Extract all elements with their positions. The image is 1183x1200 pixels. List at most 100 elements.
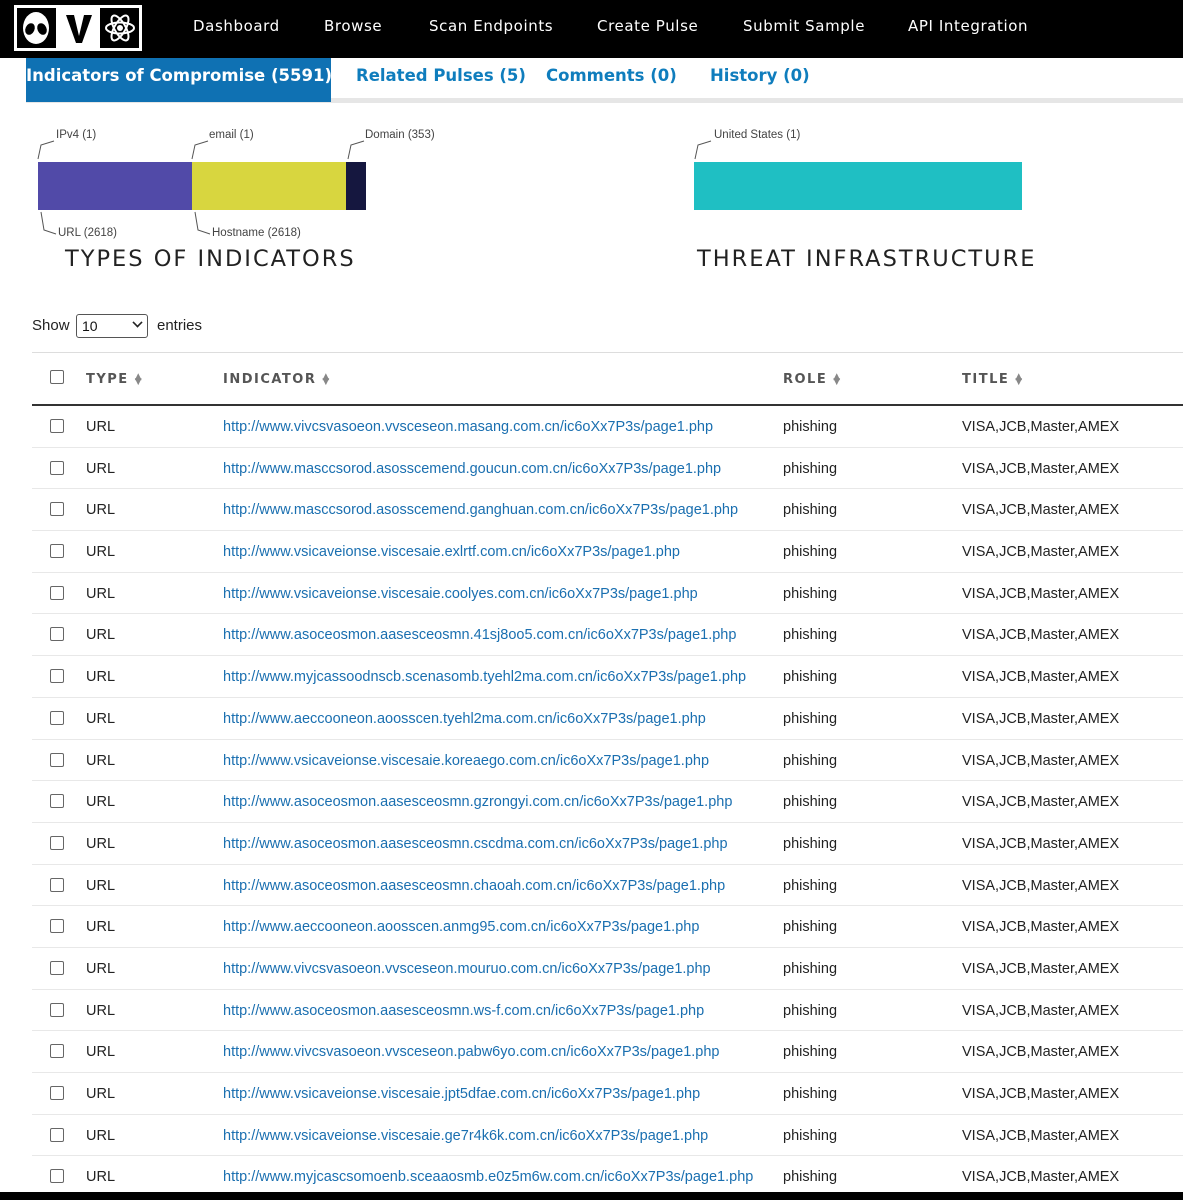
tab-comments[interactable]: Comments (0) bbox=[546, 58, 677, 102]
cell-indicator-link[interactable]: http://www.vsicaveionse.viscesaie.koreae… bbox=[223, 753, 709, 769]
column-role[interactable]: ROLE ▲ ▼ bbox=[783, 372, 842, 387]
row-checkbox[interactable] bbox=[50, 752, 64, 767]
cell-type: URL bbox=[86, 877, 116, 894]
cell-type: URL bbox=[86, 502, 116, 519]
row-checkbox[interactable] bbox=[50, 919, 64, 934]
cell-indicator-link[interactable]: http://www.myjcassoodnscb.scenasomb.tyeh… bbox=[223, 669, 746, 685]
bar-domain[interactable] bbox=[346, 162, 366, 210]
cell-role: phishing bbox=[783, 1044, 838, 1061]
cell-role: phishing bbox=[783, 1002, 838, 1019]
row-checkbox[interactable] bbox=[50, 1044, 64, 1059]
cell-type: URL bbox=[86, 794, 116, 811]
cell-role: phishing bbox=[783, 627, 838, 644]
sort-icon: ▲ ▼ bbox=[322, 371, 331, 387]
cell-type: URL bbox=[86, 1127, 116, 1144]
cell-indicator-link[interactable]: http://www.asoceosmon.aasesceosmn.chaoah… bbox=[223, 878, 725, 894]
cell-type: URL bbox=[86, 460, 116, 477]
cell-indicator-link[interactable]: http://www.asoceosmon.aasesceosmn.41sj8o… bbox=[223, 627, 736, 643]
cell-indicator-link[interactable]: http://www.asoceosmon.aasesceosmn.gzrong… bbox=[223, 794, 732, 810]
cell-indicator-link[interactable]: http://www.vivcsvasoeon.vvsceseon.mouruo… bbox=[223, 961, 711, 977]
row-checkbox[interactable] bbox=[50, 835, 64, 850]
cell-indicator-link[interactable]: http://www.asoceosmon.aasesceosmn.cscdma… bbox=[223, 836, 728, 852]
column-indicator[interactable]: INDICATOR ▲ ▼ bbox=[223, 372, 331, 387]
column-title[interactable]: TITLE ▲ ▼ bbox=[962, 372, 1024, 387]
cell-role: phishing bbox=[783, 502, 838, 519]
cell-type: URL bbox=[86, 585, 116, 602]
cell-role: phishing bbox=[783, 794, 838, 811]
cell-indicator-link[interactable]: http://www.vsicaveionse.viscesaie.jpt5df… bbox=[223, 1086, 700, 1102]
entries-select[interactable]: 10 bbox=[76, 314, 148, 338]
cell-title: VISA,JCB,Master,AMEX bbox=[962, 835, 1120, 852]
cell-indicator-link[interactable]: http://www.aeccooneon.aoosscen.tyehl2ma.… bbox=[223, 711, 706, 727]
cell-indicator-link[interactable]: http://www.vsicaveionse.viscesaie.exlrtf… bbox=[223, 544, 680, 560]
cell-title: VISA,JCB,Master,AMEX bbox=[962, 1002, 1120, 1019]
bar-united-states[interactable] bbox=[694, 162, 1022, 210]
nav-create-pulse[interactable]: Create Pulse bbox=[597, 17, 698, 35]
logo-letter: OV bbox=[58, 8, 101, 48]
cell-type: URL bbox=[86, 752, 116, 769]
cell-indicator-link[interactable]: http://www.vsicaveionse.viscesaie.coolye… bbox=[223, 586, 698, 602]
cell-title: VISA,JCB,Master,AMEX bbox=[962, 585, 1120, 602]
threat-infrastructure-title: THREAT INFRASTRUCTURE bbox=[697, 246, 1037, 272]
nav-dashboard[interactable]: Dashboard bbox=[193, 17, 280, 35]
table-row: URL http://www.asoceosmon.aasesceosmn.gzr… bbox=[32, 781, 1183, 823]
row-checkbox[interactable] bbox=[50, 1002, 64, 1017]
row-checkbox[interactable] bbox=[50, 710, 64, 725]
row-checkbox[interactable] bbox=[50, 960, 64, 975]
cell-indicator-link[interactable]: http://www.asoceosmon.aasesceosmn.ws-f.c… bbox=[223, 1003, 704, 1019]
row-checkbox[interactable] bbox=[50, 1127, 64, 1142]
row-checkbox[interactable] bbox=[50, 1086, 64, 1100]
cell-indicator-link[interactable]: http://www.masccsorod.asosscemend.ganghu… bbox=[223, 502, 738, 518]
row-checkbox[interactable] bbox=[50, 1169, 64, 1184]
row-checkbox[interactable] bbox=[50, 877, 64, 892]
cell-role: phishing bbox=[783, 419, 838, 435]
types-of-indicators-title: TYPES OF INDICATORS bbox=[65, 246, 356, 272]
chevron-down-icon bbox=[132, 317, 143, 328]
bar-url[interactable] bbox=[38, 162, 192, 210]
label-united-states: United States (1) bbox=[714, 129, 801, 141]
cell-type: URL bbox=[86, 1044, 116, 1061]
otx-logo[interactable]: OV bbox=[14, 5, 142, 51]
row-checkbox[interactable] bbox=[50, 669, 64, 684]
v-glyph-icon bbox=[66, 15, 92, 43]
cell-type: URL bbox=[86, 960, 116, 977]
table-row: URL http://www.asoceosmon.aasesceosmn.csc… bbox=[32, 823, 1183, 865]
cell-title: VISA,JCB,Master,AMEX bbox=[962, 1127, 1120, 1144]
nav-submit-sample[interactable]: Submit Sample bbox=[743, 17, 865, 35]
table-row: URL http://www.asoceosmon.aasesceosmn.ws-… bbox=[32, 990, 1183, 1032]
row-checkbox[interactable] bbox=[50, 794, 64, 809]
table-row: URL http://www.vsicaveionse.viscesaie.coo… bbox=[32, 573, 1183, 615]
table-row: URL http://www.vsicaveionse.viscesaie.exl… bbox=[32, 531, 1183, 573]
cell-indicator-link[interactable]: http://www.masccsorod.asosscemend.goucun… bbox=[223, 461, 721, 477]
row-checkbox[interactable] bbox=[50, 585, 64, 600]
bar-hostname[interactable] bbox=[192, 162, 346, 210]
cell-indicator-link[interactable]: http://www.vsicaveionse.viscesaie.ge7r4k… bbox=[223, 1128, 708, 1144]
top-leader-lines bbox=[37, 140, 365, 160]
atom-icon bbox=[100, 8, 139, 48]
cell-role: phishing bbox=[783, 1086, 838, 1102]
cell-type: URL bbox=[86, 1086, 116, 1102]
select-all-checkbox[interactable] bbox=[50, 370, 64, 384]
row-checkbox[interactable] bbox=[50, 544, 64, 559]
cell-title: VISA,JCB,Master,AMEX bbox=[962, 1044, 1120, 1061]
tab-related-pulses[interactable]: Related Pulses (5) bbox=[356, 58, 526, 102]
table-row: URL http://www.vivcsvasoeon.vvsceseon.pab… bbox=[32, 1031, 1183, 1073]
cell-title: VISA,JCB,Master,AMEX bbox=[962, 544, 1120, 561]
cell-title: VISA,JCB,Master,AMEX bbox=[962, 669, 1120, 686]
row-checkbox[interactable] bbox=[50, 460, 64, 475]
cell-indicator-link[interactable]: http://www.aeccooneon.aoosscen.anmg95.co… bbox=[223, 919, 699, 935]
column-type[interactable]: TYPE ▲ ▼ bbox=[86, 372, 143, 387]
row-checkbox[interactable] bbox=[50, 627, 64, 642]
cell-indicator-link[interactable]: http://www.myjcascsomoenb.sceaaosmb.e0z5… bbox=[223, 1169, 753, 1185]
tab-indicators[interactable]: Indicators of Compromise (5591) bbox=[26, 58, 332, 102]
nav-api-integration[interactable]: API Integration bbox=[908, 17, 1028, 35]
cell-indicator-link[interactable]: http://www.vivcsvasoeon.vvsceseon.masang… bbox=[223, 419, 713, 435]
nav-scan-endpoints[interactable]: Scan Endpoints bbox=[429, 17, 553, 35]
entries-label: entries bbox=[157, 317, 203, 334]
row-checkbox[interactable] bbox=[50, 502, 64, 517]
tab-history[interactable]: History (0) bbox=[710, 58, 810, 102]
cell-type: URL bbox=[86, 1002, 116, 1019]
cell-indicator-link[interactable]: http://www.vivcsvasoeon.vvsceseon.pabw6y… bbox=[223, 1044, 720, 1060]
row-checkbox[interactable] bbox=[50, 419, 64, 433]
nav-browse[interactable]: Browse bbox=[324, 17, 382, 35]
